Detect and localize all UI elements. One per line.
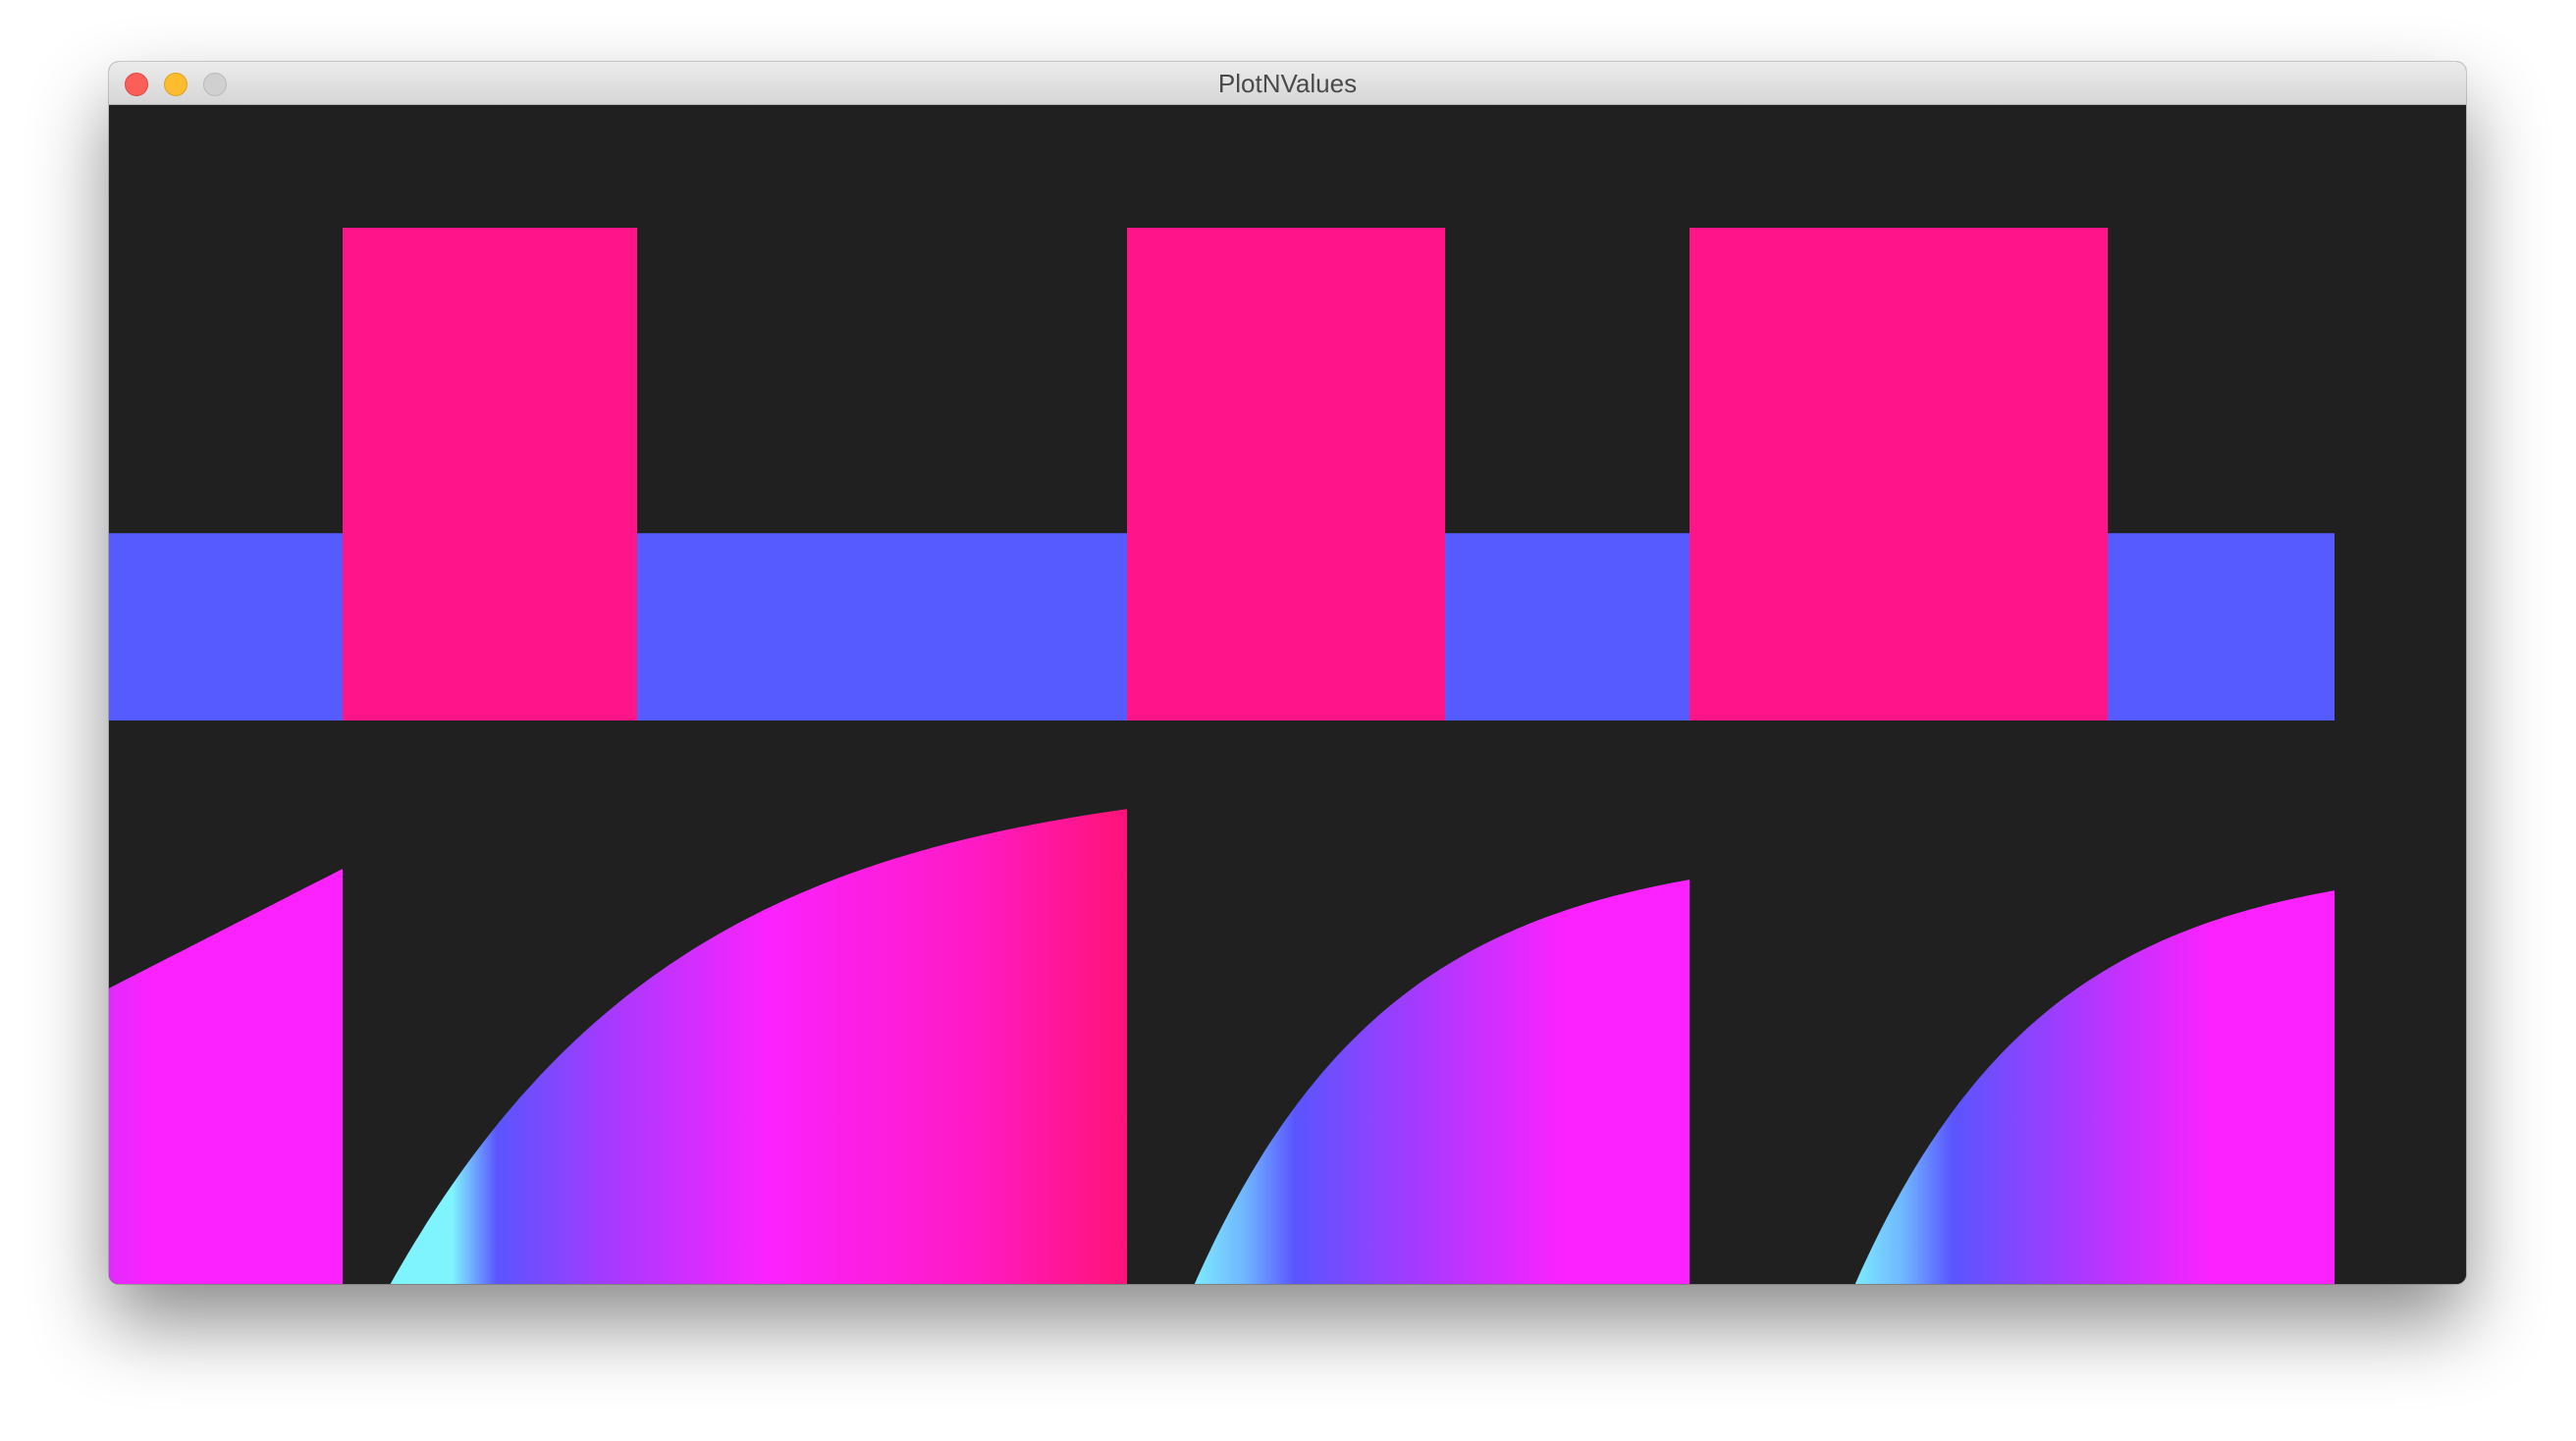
plot-svg [109, 105, 2466, 1284]
gate-high-bar [343, 228, 637, 720]
title-bar[interactable]: PlotNValues [109, 62, 2466, 105]
gate-plot [109, 228, 2334, 720]
gate-high-bar [1127, 228, 1445, 720]
gate-high-bar [1690, 228, 2108, 720]
plot-canvas [109, 105, 2466, 1284]
gate-low-bar [109, 533, 343, 720]
window-title: PlotNValues [1217, 69, 1358, 98]
app-window: PlotNValues [109, 62, 2466, 1284]
gate-low-bar [1445, 533, 1690, 720]
gate-low-bar [637, 533, 1127, 720]
gate-low-bar [2108, 533, 2334, 720]
